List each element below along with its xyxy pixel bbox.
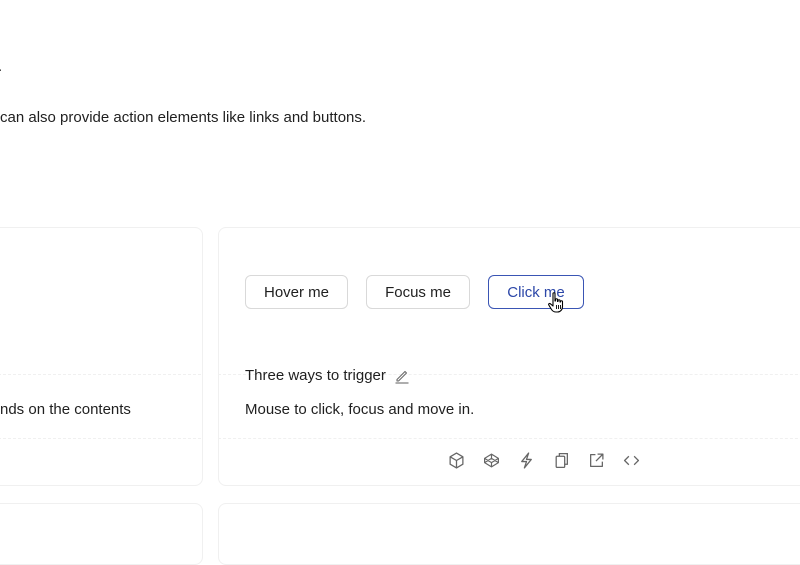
demo-title-text: Three ways to trigger [245,367,386,384]
copy-icon[interactable] [553,452,570,469]
description-fragment: . [0,58,2,75]
left-card-description: nds on the contents [0,401,131,418]
left-card-divider [0,374,201,375]
open-external-icon[interactable] [588,452,605,469]
demo-card-actions-divider [218,438,800,439]
codepen-icon[interactable] [483,452,500,469]
demo-description: Mouse to click, focus and move in. [245,401,475,418]
hand-pointer-cursor-icon [548,292,564,313]
codesandbox-icon[interactable] [448,452,465,469]
next-demo-card-left [0,503,203,565]
edit-icon[interactable] [394,368,410,384]
demo-card-left [0,227,203,486]
demo-actions [448,452,640,469]
demo-card-trigger [218,227,800,486]
focus-me-button[interactable]: Focus me [366,275,470,309]
code-icon[interactable] [623,452,640,469]
description-text: can also provide action elements like li… [0,109,367,126]
next-demo-card-right [218,503,800,565]
hover-me-button[interactable]: Hover me [245,275,348,309]
stackblitz-icon[interactable] [518,452,535,469]
click-me-button[interactable]: Click me [488,275,584,309]
left-card-divider-2 [0,438,201,439]
demo-title: Three ways to trigger [245,367,410,384]
